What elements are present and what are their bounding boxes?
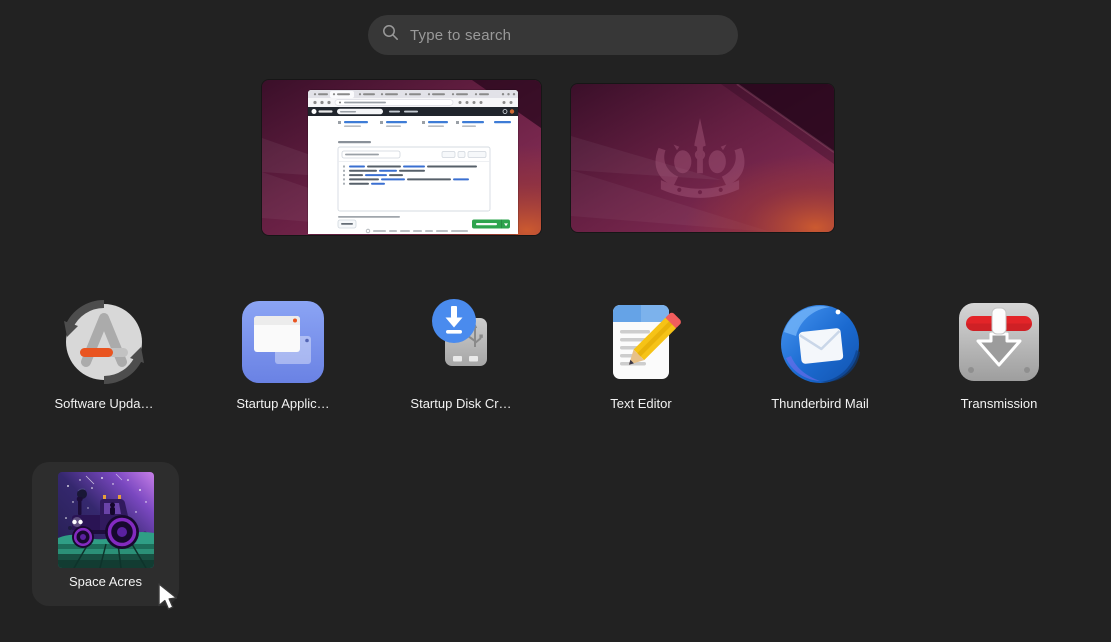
app-software-updater[interactable]: Software Upda… xyxy=(29,288,179,420)
app-label: Thunderbird Mail xyxy=(771,396,869,411)
app-label: Software Upda… xyxy=(55,396,154,411)
startup-disk-creator-icon xyxy=(413,294,509,390)
app-label: Startup Applic… xyxy=(236,396,329,411)
text-editor-icon xyxy=(593,294,689,390)
workspace-thumbnail-1[interactable] xyxy=(262,80,541,235)
firefox-window-thumbnail xyxy=(308,90,519,235)
app-label: Space Acres xyxy=(69,574,142,589)
software-updater-icon xyxy=(56,294,152,390)
startup-applications-icon xyxy=(235,294,331,390)
workspace-thumbnail-2[interactable] xyxy=(571,84,834,232)
search-placeholder: Type to search xyxy=(410,27,511,44)
app-text-editor[interactable]: Text Editor xyxy=(566,288,716,420)
app-label: Text Editor xyxy=(610,396,671,411)
app-startup-applications[interactable]: Startup Applic… xyxy=(208,288,358,420)
space-acres-icon xyxy=(58,472,154,568)
search-bar[interactable]: Type to search xyxy=(368,15,738,55)
app-transmission[interactable]: Transmission xyxy=(924,288,1074,420)
workspace-1-preview xyxy=(262,80,541,235)
mouse-cursor-arrow-icon xyxy=(157,583,183,611)
thunderbird-mail-icon xyxy=(772,294,868,390)
gnome-activities-overview: Type to search xyxy=(0,0,1111,642)
app-label: Transmission xyxy=(961,396,1038,411)
app-startup-disk-creator[interactable]: Startup Disk Cr… xyxy=(386,288,536,420)
workspace-2-preview xyxy=(571,84,834,232)
search-icon xyxy=(382,24,399,46)
app-label: Startup Disk Cr… xyxy=(410,396,511,411)
transmission-icon xyxy=(951,294,1047,390)
app-thunderbird-mail[interactable]: Thunderbird Mail xyxy=(745,288,895,420)
